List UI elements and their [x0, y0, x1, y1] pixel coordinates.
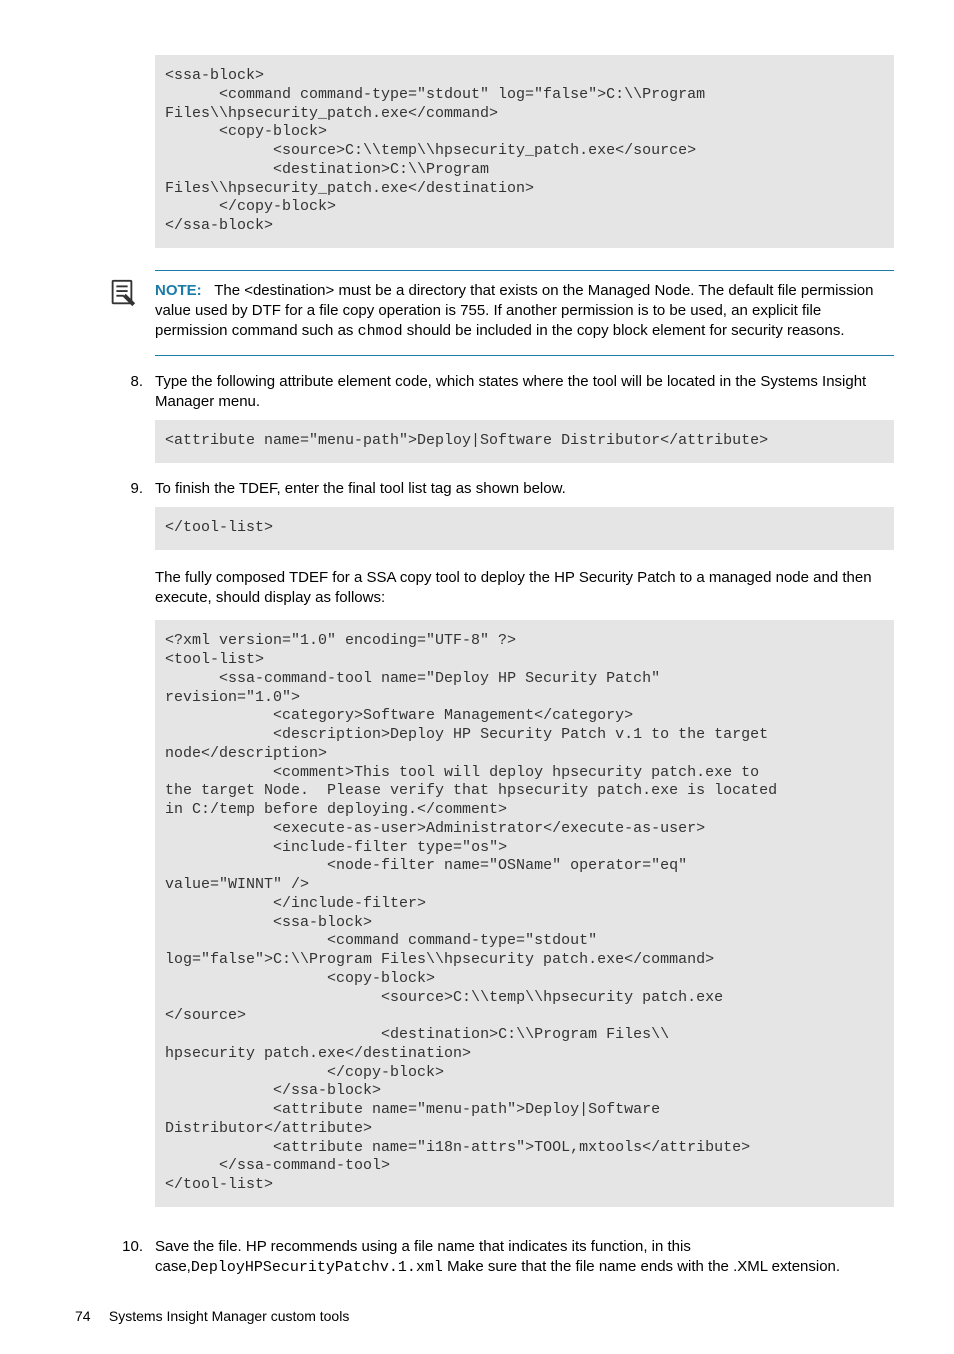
- step-10-number: 10.: [75, 1237, 155, 1279]
- step-8: 8. Type the following attribute element …: [75, 372, 894, 413]
- note-label: NOTE:: [155, 282, 202, 299]
- page-footer: 74 Systems Insight Manager custom tools: [75, 1308, 894, 1324]
- code-block-ssa: <ssa-block> <command command-type="stdou…: [155, 55, 894, 248]
- note-icon: [107, 277, 137, 307]
- step-10-text: Save the file. HP recommends using a fil…: [155, 1237, 894, 1279]
- step-10-text-b: Make sure that the file name ends with t…: [443, 1258, 840, 1275]
- note-box: NOTE: The <destination> must be a direct…: [155, 270, 894, 356]
- code-block-full-tdef: <?xml version="1.0" encoding="UTF-8" ?> …: [155, 620, 894, 1207]
- step-9-text: To finish the TDEF, enter the final tool…: [155, 479, 894, 499]
- step-9: 9. To finish the TDEF, enter the final t…: [75, 479, 894, 499]
- code-block-attribute: <attribute name="menu-path">Deploy|Softw…: [155, 420, 894, 463]
- note-body-2: should be included in the copy block ele…: [403, 322, 845, 339]
- step-9-number: 9.: [75, 479, 155, 499]
- page-number: 74: [75, 1308, 105, 1324]
- note-text: NOTE: The <destination> must be a direct…: [155, 282, 873, 340]
- footer-title: Systems Insight Manager custom tools: [109, 1308, 349, 1324]
- step-8-number: 8.: [75, 372, 155, 413]
- step-8-text: Type the following attribute element cod…: [155, 372, 894, 413]
- step-10-filename: DeployHPSecurityPatchv.1.xml: [191, 1259, 443, 1276]
- note-chmod: chmod: [358, 323, 403, 340]
- tdef-intro-paragraph: The fully composed TDEF for a SSA copy t…: [155, 568, 894, 609]
- code-block-toollist-close: </tool-list>: [155, 507, 894, 550]
- step-10: 10. Save the file. HP recommends using a…: [75, 1237, 894, 1279]
